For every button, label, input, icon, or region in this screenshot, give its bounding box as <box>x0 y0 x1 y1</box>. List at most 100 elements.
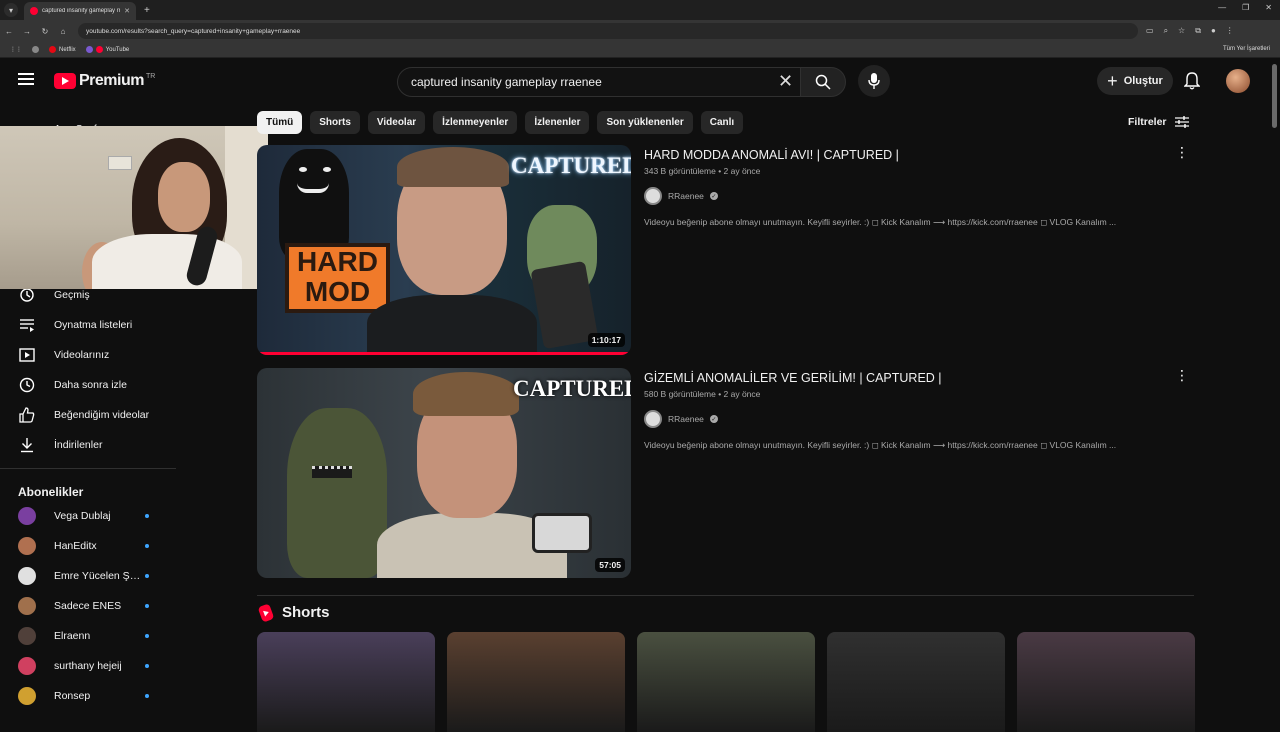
account-avatar[interactable] <box>1226 69 1250 93</box>
sidebar-item-playlists[interactable]: Oynatma listeleri <box>0 310 176 340</box>
channel-avatar <box>644 410 662 428</box>
shorts-section-heading: Shorts <box>257 602 330 623</box>
thumbnail-caption: CAPTURED <box>513 376 631 401</box>
subscription-surthany-hejeij[interactable]: surthany hejeij <box>0 652 176 682</box>
video-title[interactable]: HARD MODDA ANOMALİ AVI! | CAPTURED | <box>644 148 899 162</box>
video-meta: 343 B görüntüleme • 2 ay önce <box>644 166 761 176</box>
chip-watched[interactable]: İzlenenler <box>525 111 590 134</box>
short-thumbnail[interactable] <box>1017 632 1195 732</box>
browser-tab-bar: ▾ captured insanity gameplay rra... ✕ + … <box>0 0 1280 20</box>
filters-button[interactable]: Filtreler <box>1128 116 1189 128</box>
notifications-bell-icon[interactable] <box>1183 72 1201 95</box>
channel-link[interactable]: RRaenee ✓ <box>644 187 718 205</box>
subscription-label: Emre Yücelen Şa... <box>54 570 142 582</box>
search-input[interactable]: captured insanity gameplay rraenee <box>397 67 807 97</box>
video-description: Videoyu beğenip abone olmayı unutmayın. … <box>644 440 1117 450</box>
search-button[interactable] <box>800 67 846 97</box>
all-bookmarks[interactable]: Tüm Yer İşaretleri <box>1223 46 1270 52</box>
avatar <box>18 537 36 555</box>
shorts-title: Shorts <box>282 604 330 621</box>
bookmarks-bar: ⋮⋮ Netflix YouTube Tüm Yer İşaretleri <box>0 42 1280 58</box>
sidebar-item-watch-later[interactable]: Daha sonra izle <box>0 370 176 400</box>
browser-tab[interactable]: captured insanity gameplay rra... ✕ <box>24 2 136 20</box>
video-thumbnail[interactable]: HARD MOD CAPTURED 1:10:17 <box>257 145 631 355</box>
more-options-icon[interactable]: ⋮ <box>1175 145 1189 159</box>
bookmark-star-icon[interactable]: ☆ <box>1178 26 1185 36</box>
url-field[interactable]: youtube.com/results?search_query=capture… <box>78 23 1138 39</box>
hamburger-menu-icon[interactable] <box>18 73 34 85</box>
thumbnail-camera <box>532 513 592 553</box>
forward-icon[interactable]: → <box>18 27 36 36</box>
tab-close-icon[interactable]: ✕ <box>124 7 130 15</box>
bookmark-youtube[interactable]: YouTube <box>85 46 129 53</box>
extension-dot-icon <box>85 46 93 53</box>
profile-icon[interactable]: ● <box>1211 26 1216 36</box>
reload-icon[interactable]: ↻ <box>36 27 54 36</box>
subscription-emre-yucelen[interactable]: Emre Yücelen Şa... <box>0 562 176 592</box>
create-button[interactable]: + Oluştur <box>1097 67 1173 95</box>
menu-icon[interactable]: ⋮ <box>1226 26 1234 36</box>
subscriptions-heading[interactable]: Abonelikler <box>18 485 83 499</box>
thumbnail-caption: CAPTURED <box>511 153 631 178</box>
extensions-icon[interactable]: ⧉ <box>1195 26 1201 36</box>
chip-videos[interactable]: Videolar <box>367 111 426 134</box>
zoom-icon[interactable]: ⌕ <box>1164 26 1168 36</box>
short-thumbnail[interactable] <box>257 632 435 732</box>
sidebar-item-your-videos[interactable]: Videolarınız <box>0 340 176 370</box>
avatar <box>18 627 36 645</box>
minimize-icon[interactable]: — <box>1218 3 1226 12</box>
thumbnail-sign: HARD MOD <box>285 243 390 313</box>
chip-recently-uploaded[interactable]: Son yüklenenler <box>597 111 693 134</box>
webcam-overlay <box>0 126 268 289</box>
video-title[interactable]: GİZEMLİ ANOMALİLER VE GERİLİM! | CAPTURE… <box>644 371 942 385</box>
avatar <box>18 507 36 525</box>
sidebar-item-liked-videos[interactable]: Beğendiğim videolar <box>0 400 176 430</box>
page-scrollbar[interactable] <box>1272 64 1277 128</box>
subscription-vega-dublaj[interactable]: Vega Dublaj <box>0 502 176 532</box>
short-thumbnail[interactable] <box>637 632 815 732</box>
restore-icon[interactable]: ❐ <box>1242 3 1249 12</box>
video-thumbnail[interactable]: CAPTURED 57:05 <box>257 368 631 578</box>
apps-icon[interactable]: ⋮⋮ <box>10 46 22 53</box>
close-window-icon[interactable]: ✕ <box>1265 3 1272 12</box>
sidebar-item-downloads[interactable]: İndirilenler <box>0 430 176 460</box>
more-options-icon[interactable]: ⋮ <box>1175 368 1189 382</box>
video-result[interactable]: HARD MOD CAPTURED 1:10:17 HARD MODDA ANO… <box>257 145 1197 355</box>
tab-search-icon[interactable]: ▾ <box>4 3 18 17</box>
subscription-sadece-enes[interactable]: Sadece ENES <box>0 592 176 622</box>
channel-avatar <box>644 187 662 205</box>
new-tab-icon[interactable]: + <box>144 5 150 16</box>
channel-link[interactable]: RRaenee ✓ <box>644 410 718 428</box>
webcam-person-shirt <box>92 234 242 289</box>
chip-live[interactable]: Canlı <box>700 111 744 134</box>
subscription-haneditx[interactable]: HanEditx <box>0 532 176 562</box>
subscription-label: Vega Dublaj <box>54 510 111 522</box>
youtube-premium-logo[interactable]: Premium TR <box>54 72 155 90</box>
video-meta: 580 B görüntüleme • 2 ay önce <box>644 389 761 399</box>
bookmark-blank[interactable] <box>32 46 39 53</box>
watch-later-icon <box>19 377 35 393</box>
voice-search-button[interactable] <box>858 65 890 97</box>
channel-name: RRaenee <box>668 414 704 424</box>
webcam-person-face <box>158 162 210 232</box>
clear-search-icon[interactable]: ✕ <box>778 72 793 90</box>
home-icon[interactable]: ⌂ <box>54 27 72 36</box>
create-label: Oluştur <box>1123 75 1163 87</box>
short-thumbnail[interactable] <box>447 632 625 732</box>
bookmark-netflix[interactable]: Netflix <box>49 46 76 53</box>
history-icon <box>20 288 34 302</box>
short-thumbnail[interactable] <box>827 632 1005 732</box>
chip-shorts[interactable]: Shorts <box>310 111 360 134</box>
subscription-ronsep[interactable]: Ronsep <box>0 682 176 712</box>
chip-all[interactable]: Tümü <box>257 111 303 134</box>
video-result[interactable]: CAPTURED 57:05 GİZEMLİ ANOMALİLER VE GER… <box>257 368 1197 578</box>
subscription-elraenn[interactable]: Elraenn <box>0 622 176 652</box>
avatar <box>18 597 36 615</box>
install-icon[interactable]: ▭ <box>1146 26 1154 36</box>
chip-unwatched[interactable]: İzlenmeyenler <box>433 111 518 134</box>
back-icon[interactable]: ← <box>0 27 18 36</box>
new-content-dot <box>145 664 149 668</box>
avatar <box>18 567 36 585</box>
window-controls: — ❐ ✕ <box>1218 3 1272 12</box>
new-content-dot <box>145 544 149 548</box>
